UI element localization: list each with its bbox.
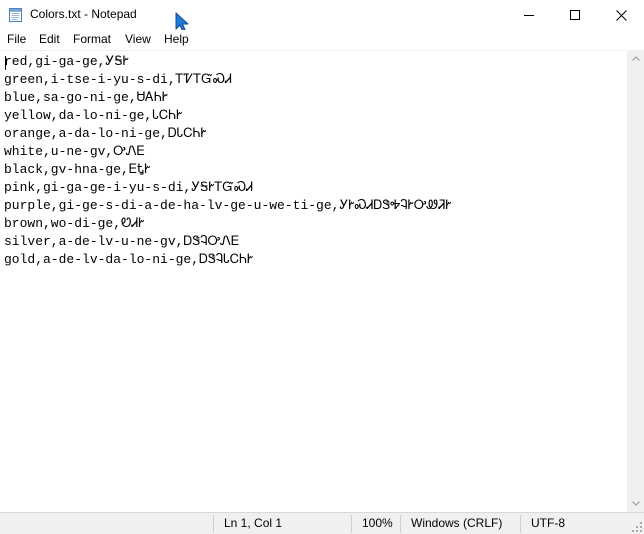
notepad-icon xyxy=(9,8,22,22)
text-line[interactable]: black,gv-hna-ge,ᎬᎿᎨ xyxy=(4,161,452,179)
maximize-icon xyxy=(570,10,580,20)
text-line[interactable]: blue,sa-go-ni-ge,ᏌᎪᏂᎨ xyxy=(4,89,452,107)
menu-format[interactable]: Format xyxy=(73,32,111,46)
text-content[interactable]: red,gi-ga-ge,ᎩᎦᎨ green,i-tse-i-yu-s-di,Ꭲ… xyxy=(4,53,452,269)
minimize-button[interactable] xyxy=(506,0,552,30)
vertical-scrollbar[interactable] xyxy=(627,50,644,512)
maximize-button[interactable] xyxy=(552,0,598,30)
close-button[interactable] xyxy=(598,0,644,30)
window-title: Colors.txt - Notepad xyxy=(30,7,137,21)
text-line[interactable]: white,u-ne-gv,ᎤᏁᎬ xyxy=(4,143,452,161)
text-line[interactable]: orange,a-da-lo-ni-ge,ᎠᏓᏟᏂᎨ xyxy=(4,125,452,143)
menu-bar: File Edit Format View Help xyxy=(0,30,644,50)
menu-file[interactable]: File xyxy=(7,32,26,46)
chevron-up-icon xyxy=(631,56,640,61)
text-line[interactable]: pink,gi-ga-ge-i-yu-s-di,ᎩᎦᎨᎢᏳᏍᏗ xyxy=(4,179,452,197)
text-editor[interactable]: red,gi-ga-ge,ᎩᎦᎨ green,i-tse-i-yu-s-di,Ꭲ… xyxy=(0,50,627,513)
title-bar[interactable]: Colors.txt - Notepad xyxy=(0,0,644,30)
text-line[interactable]: yellow,da-lo-ni-ge,ᏓᏟᏂᎨ xyxy=(4,107,452,125)
text-line[interactable]: red,gi-ga-ge,ᎩᎦᎨ xyxy=(4,53,452,71)
resize-grip-icon[interactable] xyxy=(632,522,642,532)
status-line-ending: Windows (CRLF) xyxy=(411,516,503,530)
menu-help[interactable]: Help xyxy=(164,32,189,46)
close-icon xyxy=(615,9,627,21)
scroll-down-button[interactable] xyxy=(627,495,644,512)
minimize-icon xyxy=(524,15,534,16)
text-line[interactable]: purple,gi-ge-s-di-a-de-ha-lv-ge-u-we-ti-… xyxy=(4,197,452,215)
text-line[interactable]: brown,wo-di-ge,ᏬᏗᎨ xyxy=(4,215,452,233)
text-caret xyxy=(5,56,6,70)
status-cursor-position: Ln 1, Col 1 xyxy=(224,516,283,530)
status-bar: Ln 1, Col 1 100% Windows (CRLF) UTF-8 xyxy=(0,512,644,534)
text-line[interactable]: green,i-tse-i-yu-s-di,ᎢᏤᎢᏳᏍᏗ xyxy=(4,71,452,89)
chevron-down-icon xyxy=(631,501,640,506)
menu-edit[interactable]: Edit xyxy=(39,32,60,46)
status-zoom: 100% xyxy=(362,516,393,530)
scroll-up-button[interactable] xyxy=(627,50,644,67)
status-encoding: UTF-8 xyxy=(531,516,565,530)
text-line[interactable]: silver,a-de-lv-u-ne-gv,ᎠᏕᎸᎤᏁᎬ xyxy=(4,233,452,251)
text-line[interactable]: gold,a-de-lv-da-lo-ni-ge,ᎠᏕᎸᏓᏟᏂᎨ xyxy=(4,251,452,269)
menu-view[interactable]: View xyxy=(125,32,151,46)
